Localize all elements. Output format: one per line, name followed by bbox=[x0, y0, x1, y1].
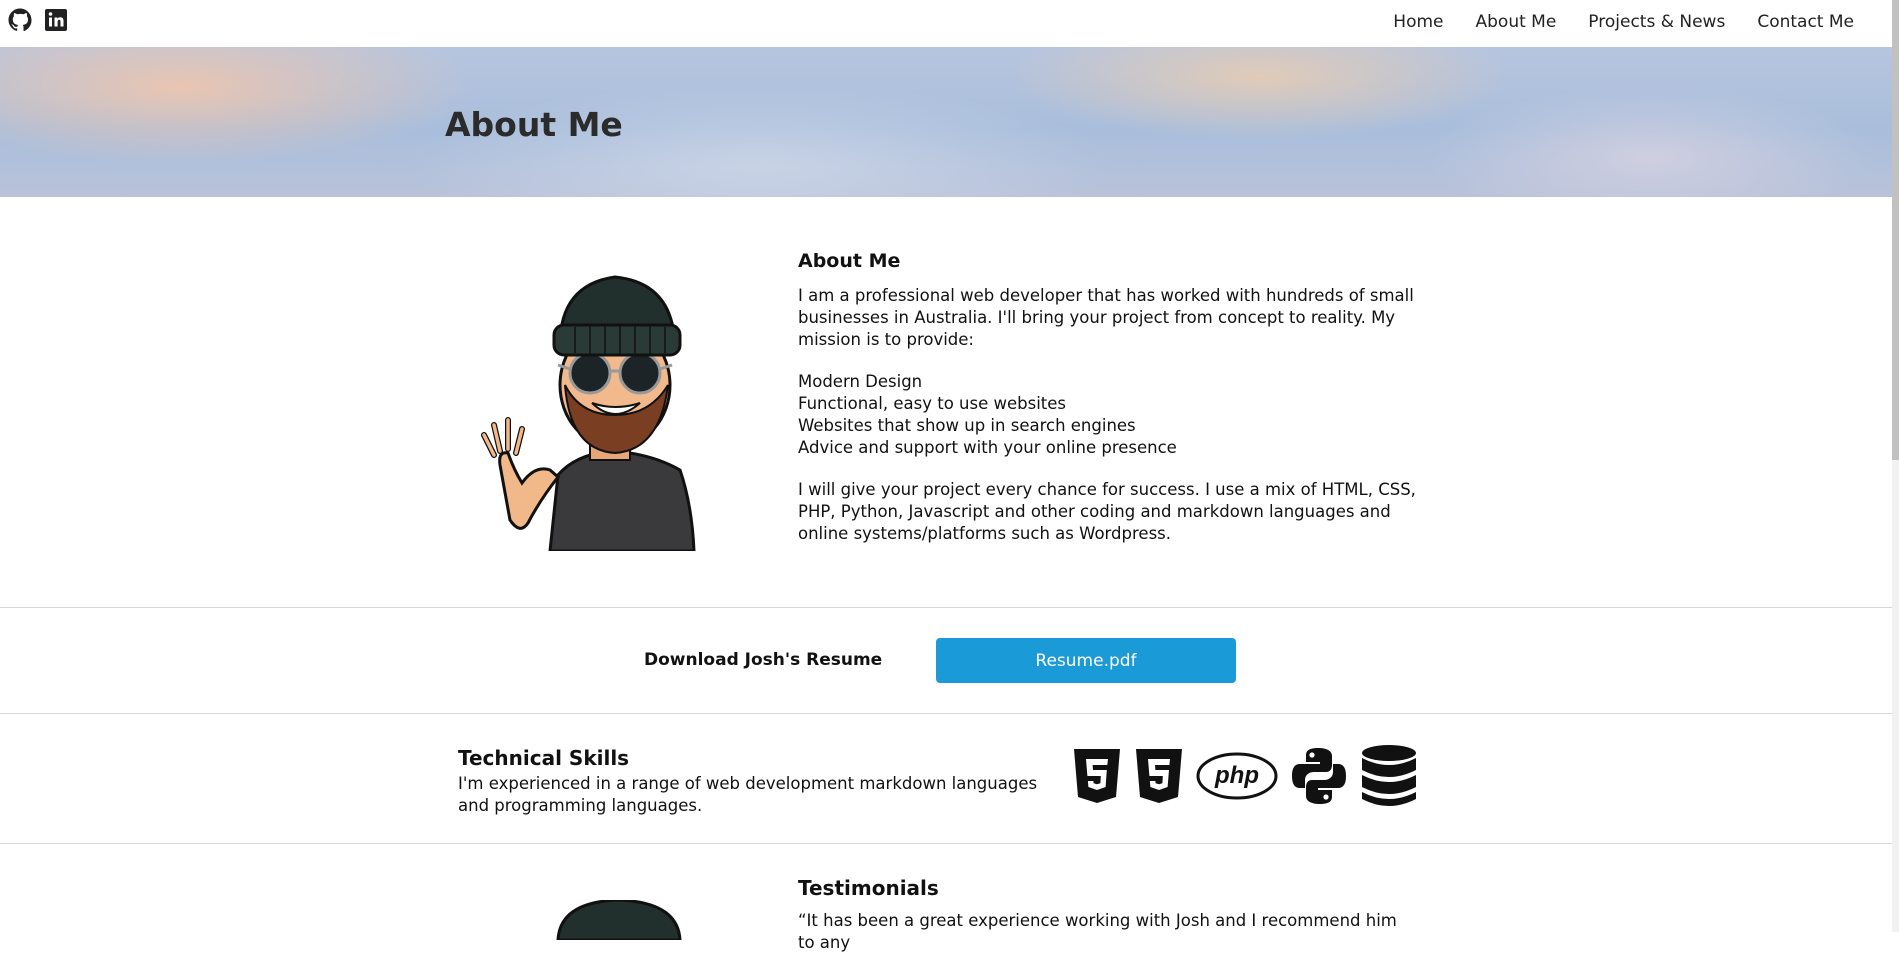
mission-list: Modern Design Functional, easy to use we… bbox=[798, 371, 1418, 459]
database-icon bbox=[1362, 745, 1416, 806]
svg-text:php: php bbox=[1214, 762, 1259, 789]
about-outro: I will give your project every chance fo… bbox=[798, 480, 1416, 543]
list-item: Modern Design bbox=[798, 372, 923, 391]
avatar-illustration bbox=[556, 900, 682, 940]
scrollbar-thumb[interactable] bbox=[1892, 0, 1899, 460]
main-nav: Home About Me Projects & News Contact Me bbox=[1393, 12, 1854, 32]
skills-section: Technical Skills I'm experienced in a ra… bbox=[458, 746, 1038, 817]
skills-text: I'm experienced in a range of web develo… bbox=[458, 774, 1038, 815]
css3-icon bbox=[1136, 749, 1182, 803]
list-item: Functional, easy to use websites bbox=[798, 394, 1067, 413]
php-icon: php bbox=[1196, 752, 1278, 800]
testimonials-heading: Testimonials bbox=[798, 876, 939, 900]
html5-icon bbox=[1074, 749, 1120, 803]
section-divider bbox=[0, 607, 1892, 608]
skill-icons: php bbox=[1072, 744, 1418, 808]
resume-label: Download Josh's Resume bbox=[644, 650, 883, 670]
skills-heading: Technical Skills bbox=[458, 746, 630, 770]
testimonials-section: Testimonials “It has been a great experi… bbox=[798, 876, 1418, 954]
python-icon bbox=[1292, 748, 1346, 804]
page-title: About Me bbox=[445, 105, 623, 144]
nav-link-about[interactable]: About Me bbox=[1476, 12, 1557, 32]
nav-link-home[interactable]: Home bbox=[1393, 12, 1443, 32]
resume-download-button[interactable]: Resume.pdf bbox=[936, 638, 1236, 683]
list-item: Websites that show up in search engines bbox=[798, 416, 1136, 435]
about-section: About Me I am a professional web develop… bbox=[798, 250, 1418, 545]
page-scrollbar[interactable] bbox=[1892, 0, 1899, 932]
section-divider bbox=[0, 713, 1892, 714]
about-heading: About Me bbox=[798, 250, 901, 272]
list-item: Advice and support with your online pres… bbox=[798, 438, 1177, 457]
linkedin-icon[interactable] bbox=[44, 8, 68, 32]
top-navbar: Home About Me Projects & News Contact Me bbox=[0, 0, 1892, 47]
nav-link-contact[interactable]: Contact Me bbox=[1757, 12, 1854, 32]
nav-link-projects[interactable]: Projects & News bbox=[1588, 12, 1725, 32]
social-links bbox=[8, 8, 68, 32]
hero-banner: About Me bbox=[0, 47, 1892, 197]
testimonial-quote: “It has been a great experience working … bbox=[798, 911, 1397, 952]
section-divider bbox=[0, 843, 1892, 844]
about-intro: I am a professional web developer that h… bbox=[798, 286, 1414, 349]
github-icon[interactable] bbox=[8, 8, 32, 32]
avatar-illustration bbox=[481, 275, 696, 551]
